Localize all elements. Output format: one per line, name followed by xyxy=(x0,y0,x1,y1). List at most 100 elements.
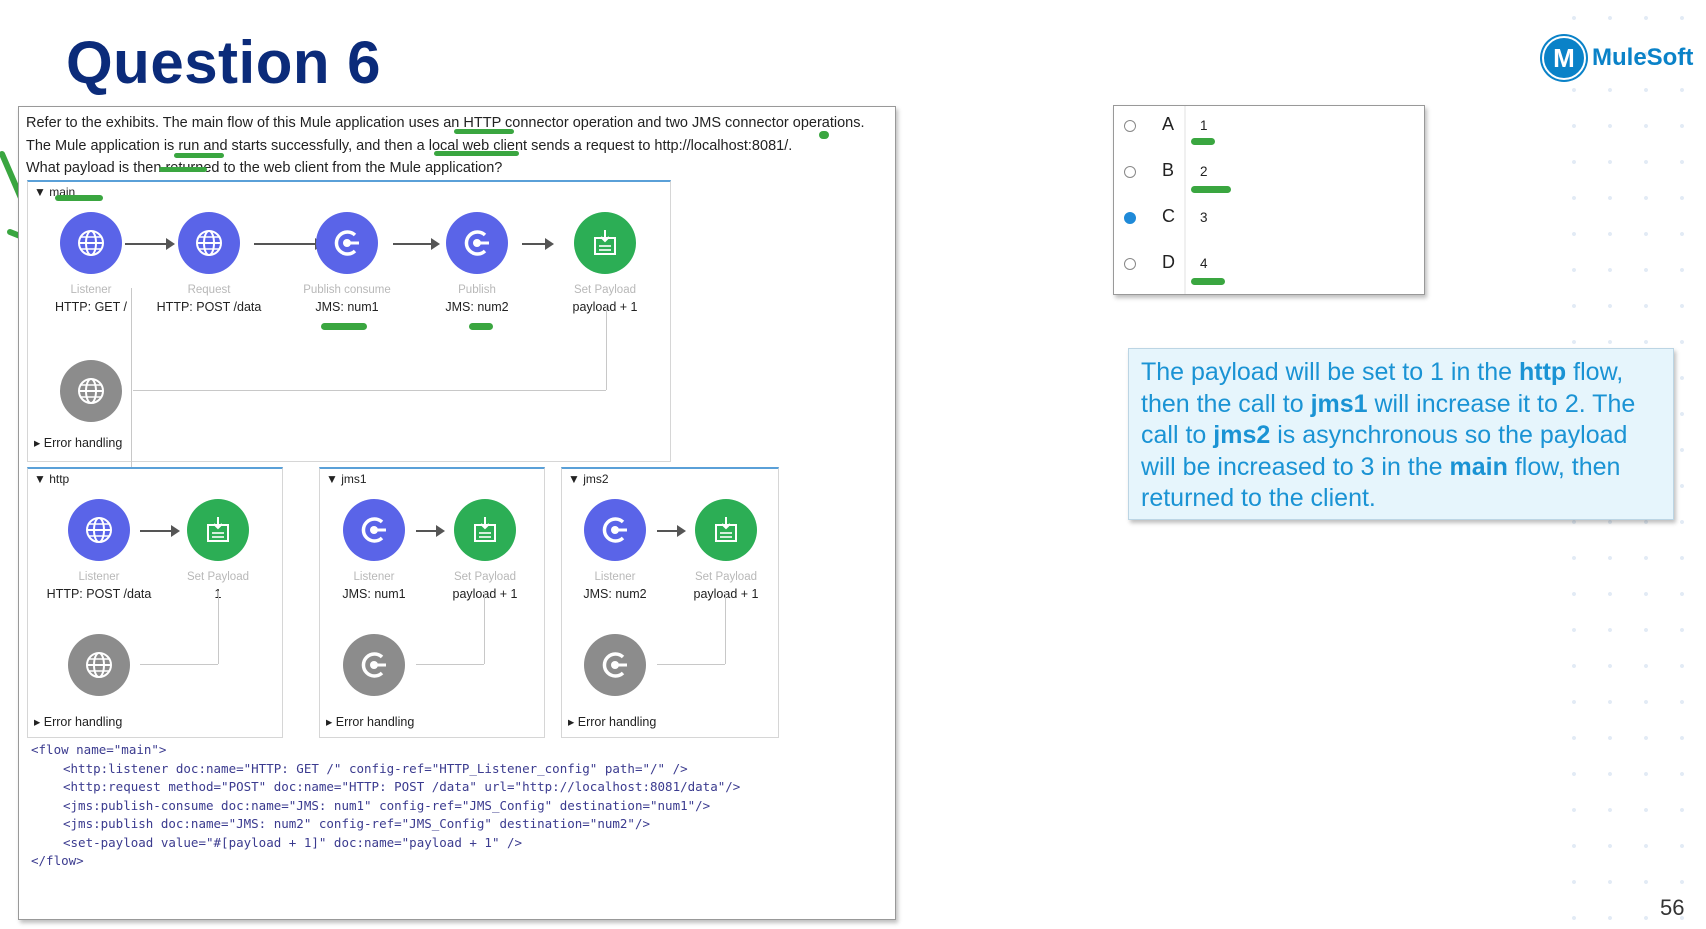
code-line: </flow> xyxy=(31,853,84,868)
answer-explanation: The payload will be set to 1 in the http… xyxy=(1128,348,1674,520)
question-line-2: The Mule application is run and starts s… xyxy=(26,138,793,154)
choice-letter: D xyxy=(1162,252,1175,272)
return-path xyxy=(416,664,484,666)
globe-icon xyxy=(68,499,130,561)
flow-name: ▼ http xyxy=(34,472,70,486)
node-label: Set Payload xyxy=(453,571,516,583)
choice-value: 3 xyxy=(1200,210,1208,225)
marker-highlight xyxy=(55,195,103,201)
marker-highlight xyxy=(174,153,224,158)
node-value: JMS: num2 xyxy=(445,300,509,314)
logo-text: MuleSoft xyxy=(1592,44,1694,71)
node-value: JMS: num1 xyxy=(342,587,406,601)
node-value: HTTP: POST /data xyxy=(156,300,262,314)
radio-button-selected[interactable] xyxy=(1124,212,1136,224)
error-handling-text: Error handling xyxy=(577,715,657,729)
choice-value: 4 xyxy=(1200,256,1208,271)
return-path xyxy=(131,288,134,473)
error-handling-label[interactable]: ▸ Error handling xyxy=(326,714,414,729)
slide-number: 56 xyxy=(1660,895,1685,920)
globe-icon xyxy=(178,212,240,274)
node-value: JMS: num1 xyxy=(315,300,379,314)
error-handling-label[interactable]: ▸ Error handling xyxy=(568,714,656,729)
globe-icon xyxy=(60,212,122,274)
node-label: Set Payload xyxy=(573,284,636,296)
choice-d[interactable]: D 4 xyxy=(1114,244,1424,290)
choice-b[interactable]: B 2 xyxy=(1114,152,1424,198)
node-label: Publish xyxy=(458,284,496,296)
flow-http: ▼ http Listener HTTP: POST /data Set Pay… xyxy=(27,467,283,738)
node-label: Listener xyxy=(353,571,395,583)
error-handling-text: Error handling xyxy=(335,715,415,729)
answer-bold: jms2 xyxy=(1213,421,1271,449)
flow-name: ▼ jms1 xyxy=(326,472,367,486)
jms-icon xyxy=(343,499,405,561)
flow-arrow xyxy=(393,238,440,250)
flow-main: ▼ main Listener HTTP: GET / Request HTTP… xyxy=(27,180,671,473)
marker-highlight xyxy=(469,323,493,330)
choice-letter: C xyxy=(1162,206,1175,226)
globe-icon xyxy=(60,360,122,422)
marker-highlight xyxy=(434,151,519,156)
flow-arrow xyxy=(416,525,445,537)
return-path xyxy=(725,591,727,664)
marker-highlight xyxy=(1191,278,1225,285)
choice-a[interactable]: A 1 xyxy=(1114,106,1424,152)
set-payload-icon xyxy=(187,499,249,561)
page-title: Question 6 xyxy=(66,29,382,96)
exhibit-panel: Refer to the exhibits. The main flow of … xyxy=(18,106,896,920)
node-label: Publish consume xyxy=(303,284,391,296)
flow-arrow xyxy=(254,238,324,250)
mulesoft-logo: M MuleSoft xyxy=(1542,36,1693,80)
return-path xyxy=(657,664,725,666)
node-label: Set Payload xyxy=(186,571,249,583)
error-handling-text: Error handling xyxy=(43,436,123,450)
error-handling-label[interactable]: ▸ Error handling xyxy=(34,714,122,729)
answer-bold: main xyxy=(1449,452,1508,481)
set-payload-icon xyxy=(695,499,757,561)
choice-value: 1 xyxy=(1200,118,1208,133)
return-path xyxy=(484,591,486,664)
node-label: Request xyxy=(187,284,231,296)
flow-name: ▼ jms2 xyxy=(568,472,609,486)
error-handling-text: Error handling xyxy=(43,715,123,729)
flow-jms1-name: jms1 xyxy=(341,472,367,486)
set-payload-icon xyxy=(454,499,516,561)
flow-arrow xyxy=(522,238,554,250)
code-line: <http:listener doc:name="HTTP: GET /" co… xyxy=(63,761,688,776)
node-label: Listener xyxy=(78,571,120,583)
mulesoft-logo-icon: M xyxy=(1542,36,1586,80)
flow-jms1: ▼ jms1 Listener JMS: num1 Set Payload pa… xyxy=(319,467,545,738)
jms-icon xyxy=(584,634,646,696)
flow-jms2: ▼ jms2 Listener JMS: num2 Set Payload pa… xyxy=(561,467,779,738)
choice-value: 2 xyxy=(1200,164,1208,179)
marker-highlight xyxy=(1191,138,1215,145)
node-value: payload + 1 xyxy=(572,300,638,314)
jms-icon xyxy=(446,212,508,274)
jms-icon xyxy=(343,634,405,696)
flow-arrow xyxy=(125,238,175,250)
radio-button[interactable] xyxy=(1124,258,1136,270)
error-handling-label[interactable]: ▸ Error handling xyxy=(34,435,122,450)
node-value: JMS: num2 xyxy=(583,587,647,601)
choice-c[interactable]: C 3 xyxy=(1114,198,1424,244)
code-line: <flow name="main"> xyxy=(31,742,167,757)
return-path xyxy=(218,591,220,664)
flow-arrow xyxy=(657,525,686,537)
radio-button[interactable] xyxy=(1124,120,1136,132)
flow-http-name: http xyxy=(49,472,70,486)
choice-letter: A xyxy=(1162,114,1175,134)
marker-highlight xyxy=(819,131,829,139)
node-value: HTTP: POST /data xyxy=(46,587,152,601)
answer-text: The payload will be set to 1 in the xyxy=(1141,358,1520,386)
choice-letter: B xyxy=(1162,160,1175,180)
marker-highlight xyxy=(454,129,514,134)
return-path xyxy=(140,664,218,666)
code-line: <jms:publish doc:name="JMS: num2" config… xyxy=(63,816,650,831)
jms-icon xyxy=(584,499,646,561)
jms-icon xyxy=(316,212,378,274)
question-line-1: Refer to the exhibits. The main flow of … xyxy=(26,115,865,131)
globe-icon xyxy=(68,634,130,696)
return-path xyxy=(606,304,608,390)
radio-button[interactable] xyxy=(1124,166,1136,178)
